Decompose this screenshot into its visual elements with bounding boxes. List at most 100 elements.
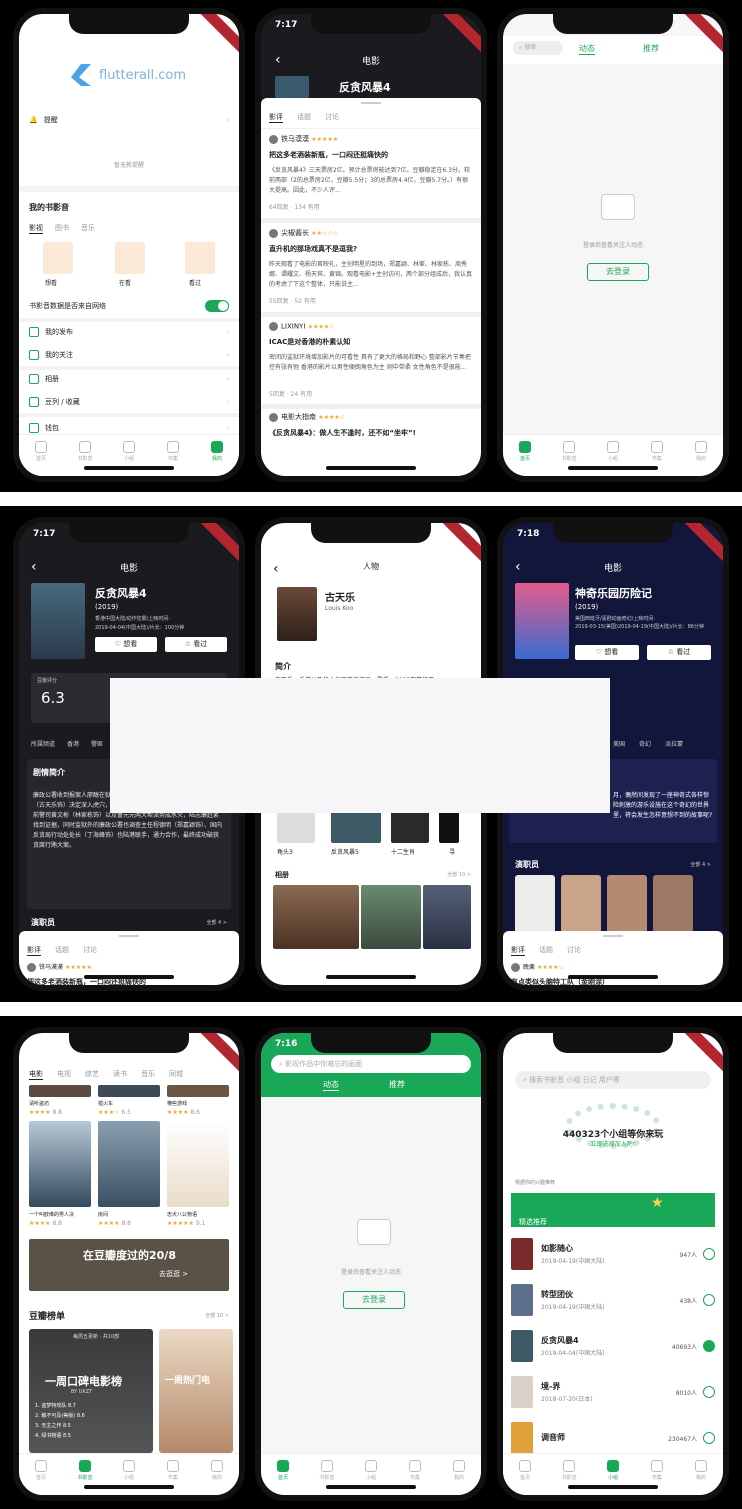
tab-market[interactable]: 市集 [398,1460,432,1495]
join-check-icon[interactable] [703,1340,715,1352]
movie-poster[interactable] [167,1121,229,1207]
want-button[interactable]: ♡ 想看 [95,637,157,652]
tab-media[interactable]: 书影音 [552,1460,586,1495]
tab-mine[interactable]: 我的 [684,441,718,476]
group-row[interactable]: 境-界 2018-07-20(日本) 8010人 [511,1373,715,1411]
tab-feed[interactable]: 动态 [323,1079,339,1091]
cast-photo[interactable] [561,875,601,933]
group-row[interactable]: 调音师 230467人 [511,1419,715,1457]
review-card[interactable]: LIXINYI ★★★★☆ ICAC是对香港的朴素认知 密闭的监狱环境增加影片的… [269,322,473,398]
tab-discuss[interactable]: 讨论 [567,945,581,956]
rank-item[interactable]: 3. 无主之作 8.5 [35,1421,85,1431]
tab-mine[interactable]: 我的 [200,441,234,476]
join-check-icon[interactable] [703,1248,715,1260]
movie-poster[interactable] [29,1085,91,1097]
row-follow[interactable]: 我的关注 › [29,350,229,360]
group-row[interactable]: 反贪风暴4 2019-04-04(中国大陆) 40693人 [511,1327,715,1365]
drag-handle[interactable] [361,102,381,104]
tab-category[interactable]: 综艺 [85,1069,99,1079]
tab-media[interactable]: 书影音 [310,1460,344,1495]
review-card[interactable]: 尖椒酱长 ★★☆☆☆ 直升机的那场戏真不是逗我? 昨天观看了电影的首映礼，主创明… [269,228,473,305]
tab-discuss[interactable]: 讨论 [83,945,97,956]
tab-category[interactable]: 读书 [113,1069,127,1079]
tab-group[interactable]: 小组 [112,1460,146,1495]
tab-media[interactable]: 书影音 [68,1460,102,1495]
movie-poster[interactable] [29,1121,91,1207]
row-album[interactable]: 相册 › [29,374,229,384]
tag[interactable]: 警匪 [91,739,103,748]
want-button[interactable]: ♡ 想看 [575,645,639,660]
join-check-icon[interactable] [703,1386,715,1398]
tab-feed[interactable]: 动态 [579,43,595,55]
join-check-icon[interactable] [703,1294,715,1306]
tab-recommend[interactable]: 推荐 [643,43,659,54]
search-input[interactable]: ⌕ 搜索书影音 小组 日记 用户等 [515,1071,711,1089]
tag[interactable]: 派拉蒙 [665,739,683,748]
movie-poster[interactable] [167,1085,229,1097]
tab-group[interactable]: 小组 [596,1460,630,1495]
tab-market[interactable]: 市集 [640,441,674,476]
rank-item[interactable]: 2. 触不可及(美版) 8.6 [35,1411,85,1421]
cast-all-link[interactable]: 全部 4 > [690,861,711,868]
tab-market[interactable]: 市集 [156,441,190,476]
login-button[interactable]: 去登录 [587,263,649,281]
promo-link[interactable]: 去逛逛 > [159,1269,188,1279]
tab-category[interactable]: 电影 [29,1069,43,1080]
movie-poster[interactable] [98,1121,160,1207]
tag[interactable]: 美国 [613,739,625,748]
cast-all-link[interactable]: 全部 4 > [206,919,227,926]
shelf-watching-icon[interactable] [115,242,145,274]
row-publish[interactable]: 我的发布 › [29,327,229,337]
tab-review[interactable]: 影评 [511,945,525,956]
movie-poster[interactable] [98,1085,160,1097]
remind-row[interactable]: 🔔 提醒 › [29,115,229,125]
tag[interactable]: 香港 [67,739,79,748]
tab-market[interactable]: 市集 [156,1460,190,1495]
review-card[interactable]: 铁马漠漠 ★★★★★ 把这多老酒装新瓶，一口闷还挺痛快的 《反贪风暴4》三天票房… [269,134,473,211]
group-join-hint[interactable]: 立即选择加入吧! [503,1139,723,1148]
tab-review[interactable]: 影评 [269,112,283,123]
tab-discuss[interactable]: 讨论 [325,112,339,123]
tab-category[interactable]: 音乐 [141,1069,155,1079]
cast-photo[interactable] [653,875,693,933]
row-wallet[interactable]: 钱包 › [29,423,229,433]
net-toggle-switch[interactable] [205,300,229,312]
drag-handle[interactable] [119,935,139,937]
tab-media[interactable]: 书影音 [552,441,586,476]
tab-home[interactable]: 首页 [508,441,542,476]
tab-category[interactable]: 电视 [57,1069,71,1079]
tab-media[interactable]: 书影音 [68,441,102,476]
rank-card-2[interactable] [159,1329,233,1453]
group-row[interactable]: 转型团伙 2019-04-19(中国大陆) 438人 [511,1281,715,1319]
cast-photo[interactable] [515,875,555,933]
tab-group[interactable]: 小组 [354,1460,388,1495]
cast-photo[interactable] [607,875,647,933]
tab-topic[interactable]: 话题 [55,945,69,956]
rank-item[interactable]: 4. 绿书物语 8.5 [35,1431,85,1441]
tab-mine[interactable]: 我的 [442,1460,476,1495]
seen-button[interactable]: ☆ 看过 [647,645,711,660]
search-input[interactable]: ⌕ 影视作品中你难忘的画面 [271,1055,471,1073]
album-photo[interactable] [361,885,421,949]
tab-mine[interactable]: 我的 [200,1460,234,1495]
group-row[interactable]: 如影随心 2019-04-19(中国大陆) 947人 [511,1235,715,1273]
row-doulist[interactable]: 豆列 / 收藏 › [29,397,229,407]
tab-recommend[interactable]: 推荐 [389,1079,405,1090]
tab-category[interactable]: 同城 [169,1069,183,1079]
seen-button[interactable]: ☆ 看过 [165,637,227,652]
drag-handle[interactable] [603,935,623,937]
shelf-want-icon[interactable] [43,242,73,274]
tab-home[interactable]: 首页 [266,1460,300,1495]
tab-book[interactable]: 图书 [55,223,69,234]
album-photo[interactable] [423,885,471,949]
tab-music[interactable]: 音乐 [81,223,95,234]
tab-home[interactable]: 首页 [24,441,58,476]
rank-item[interactable]: 1. 盗梦特攻队 8.7 [35,1401,85,1411]
join-check-icon[interactable] [703,1432,715,1444]
tag[interactable]: 奇幻 [639,739,651,748]
tab-home[interactable]: 首页 [24,1460,58,1495]
tag[interactable]: 所属频道 [31,739,55,748]
tab-group[interactable]: 小组 [112,441,146,476]
rank-all-link[interactable]: 全部 10 > [205,1312,229,1319]
tab-market[interactable]: 市集 [640,1460,674,1495]
